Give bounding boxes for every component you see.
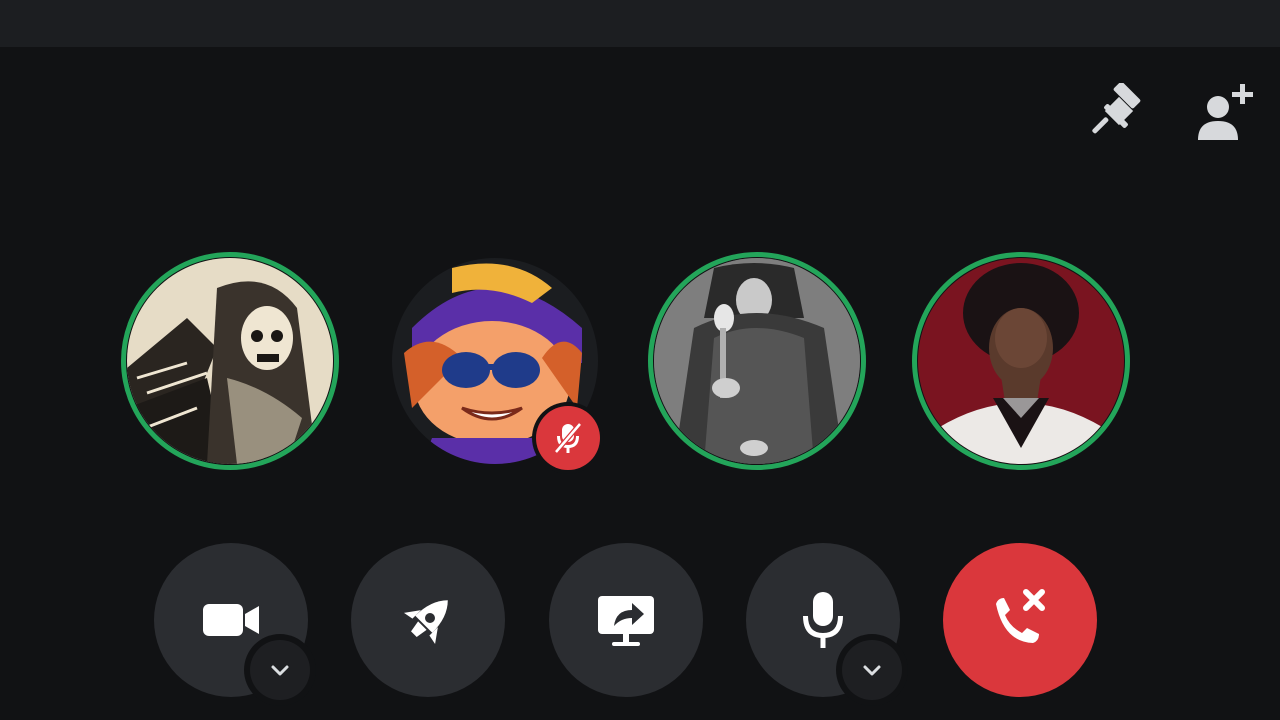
participant-avatar-3[interactable] bbox=[648, 252, 866, 470]
participant-avatar-1[interactable] bbox=[121, 252, 339, 470]
video-camera-icon bbox=[203, 604, 259, 636]
participant-avatar-4[interactable] bbox=[912, 252, 1130, 470]
camera-options-button[interactable] bbox=[250, 640, 310, 700]
speaking-indicator bbox=[912, 252, 1130, 470]
hang-up-icon bbox=[996, 589, 1045, 643]
participant-avatar-2[interactable] bbox=[386, 252, 604, 474]
screen-share-icon bbox=[598, 596, 654, 646]
speaking-indicator bbox=[121, 252, 339, 470]
microphone-options-button[interactable] bbox=[842, 640, 902, 700]
call-view bbox=[0, 0, 1280, 720]
leave-call-button[interactable] bbox=[943, 543, 1097, 697]
microphone-icon bbox=[803, 592, 843, 648]
screen-share-button[interactable] bbox=[549, 543, 703, 697]
chevron-down-icon bbox=[863, 665, 881, 676]
muted-badge bbox=[532, 402, 604, 474]
muted-mic-icon bbox=[554, 422, 582, 454]
pin-button[interactable] bbox=[1080, 76, 1152, 148]
pin-icon bbox=[1092, 83, 1141, 134]
add-member-button[interactable] bbox=[1188, 74, 1260, 146]
speaking-indicator bbox=[648, 252, 866, 470]
top-bar bbox=[0, 0, 1280, 47]
add-member-icon bbox=[1198, 84, 1253, 140]
chevron-down-icon bbox=[271, 665, 289, 676]
rocket-icon bbox=[403, 600, 448, 645]
activity-button[interactable] bbox=[351, 543, 505, 697]
